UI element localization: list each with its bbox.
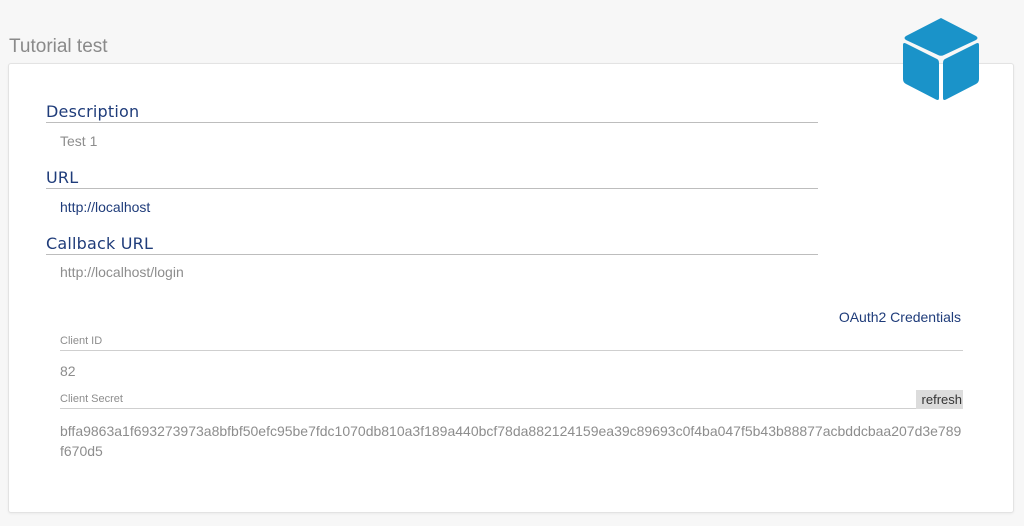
- callback-url-label: Callback URL: [46, 234, 818, 255]
- page: Tutorial test Description Test 1 URL htt…: [0, 0, 1024, 526]
- oauth2-credentials-heading: OAuth2 Credentials: [838, 309, 961, 325]
- client-secret-row: Client Secret refresh: [60, 390, 963, 409]
- url-value: http://localhost: [60, 199, 151, 215]
- client-secret-label: Client Secret: [60, 393, 123, 405]
- url-label: URL: [46, 168, 818, 189]
- cube-icon: [903, 18, 979, 100]
- description-value: Test 1: [60, 133, 98, 149]
- page-title: Tutorial test: [9, 36, 108, 57]
- client-id-label: Client ID: [60, 335, 963, 351]
- app-details-card: Description Test 1 URL http://localhost …: [8, 63, 1014, 513]
- description-label: Description: [46, 102, 818, 123]
- refresh-button[interactable]: refresh: [915, 390, 963, 409]
- client-secret-value: bffa9863a1f693273973a8bfbf50efc95be7fdc1…: [60, 423, 962, 459]
- callback-url-value: http://localhost/login: [60, 264, 184, 280]
- client-id-value: 82: [60, 363, 76, 379]
